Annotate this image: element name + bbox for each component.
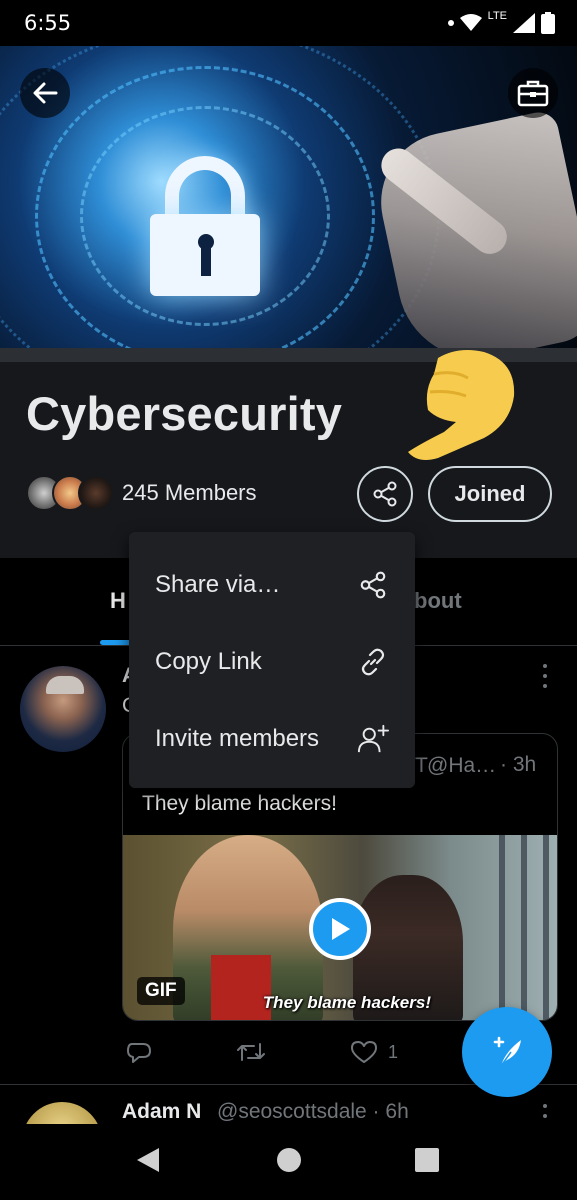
tab-about[interactable]: bout (414, 588, 462, 614)
menu-item-copy-link[interactable]: Copy Link (129, 623, 415, 701)
retweet-icon (237, 1043, 265, 1061)
quote-handle: @Ha… (427, 754, 497, 777)
more-dot (543, 684, 547, 688)
avatar-cap (46, 676, 84, 694)
back-triangle-icon (137, 1148, 159, 1172)
wifi-icon (459, 14, 482, 31)
quote-text: They blame hackers! (142, 792, 337, 815)
compose-button[interactable] (462, 1007, 552, 1097)
tweet-more-button[interactable] (538, 664, 552, 688)
status-bar: 6:55 LTE (0, 0, 577, 46)
reply-icon (127, 1043, 151, 1063)
pointing-hand-emoji-icon (408, 350, 515, 460)
network-label: LTE (487, 10, 507, 22)
gif-subtitle: They blame hackers! (262, 993, 431, 1012)
dot-icon (447, 20, 454, 26)
gif-background (483, 835, 557, 1020)
home-circle-icon (277, 1148, 301, 1172)
keyhole-stem (201, 244, 211, 276)
share-button[interactable] (357, 466, 413, 522)
heart-icon (351, 1041, 377, 1063)
briefcase-icon (517, 80, 549, 107)
back-button[interactable] (20, 68, 70, 118)
more-dot (543, 1104, 547, 1108)
members-count[interactable]: 245 Members (122, 480, 257, 506)
more-dot (543, 664, 547, 668)
retweet-button[interactable] (236, 1040, 266, 1064)
menu-item-invite-members[interactable]: Invite members (129, 700, 415, 778)
community-tools-button[interactable] (508, 68, 558, 118)
share-icon (357, 569, 389, 601)
menu-item-label: Share via… (155, 571, 281, 598)
quote-gif-media[interactable]: GIF They blame hackers! (123, 835, 557, 1020)
more-dot (543, 674, 547, 678)
share-menu: Share via… Copy Link Invite members (129, 532, 415, 788)
share-icon (373, 481, 397, 507)
community-banner-image (0, 46, 577, 348)
like-count: 1 (388, 1041, 399, 1062)
signal-icon (513, 13, 535, 33)
gif-badge: GIF (137, 977, 185, 1005)
community-title: Cybersecurity (26, 387, 343, 440)
menu-item-label: Copy Link (155, 648, 262, 675)
next-tweet-author-name[interactable]: Adam N (122, 1100, 201, 1124)
recents-square-icon (415, 1148, 439, 1172)
add-person-icon (357, 723, 389, 755)
more-dot (543, 1114, 547, 1118)
play-button[interactable] (309, 898, 371, 960)
menu-item-share-via[interactable]: Share via… (129, 546, 415, 624)
menu-item-label: Invite members (155, 725, 320, 752)
joined-button[interactable]: Joined (428, 466, 552, 522)
play-icon (332, 918, 350, 940)
tweet-author-avatar[interactable] (20, 666, 106, 752)
reply-button[interactable] (126, 1040, 152, 1064)
member-avatar (78, 475, 114, 511)
like-button[interactable]: 1 (350, 1040, 398, 1064)
tab-home[interactable]: H (110, 588, 126, 614)
system-recents-button[interactable] (412, 1145, 442, 1175)
quote-time: · 3h (500, 753, 537, 776)
next-tweet-handle: @seoscottsdale · 6h (217, 1100, 409, 1123)
status-icons: LTE (447, 10, 555, 34)
system-home-button[interactable] (274, 1145, 304, 1175)
arrow-left-icon (33, 82, 58, 104)
status-time: 6:55 (24, 11, 72, 35)
system-back-button[interactable] (133, 1145, 163, 1175)
compose-icon (493, 1036, 521, 1067)
member-avatars[interactable] (26, 475, 116, 511)
link-icon (357, 646, 389, 678)
quote-author-partial: T (415, 754, 428, 777)
battery-icon (541, 12, 555, 34)
